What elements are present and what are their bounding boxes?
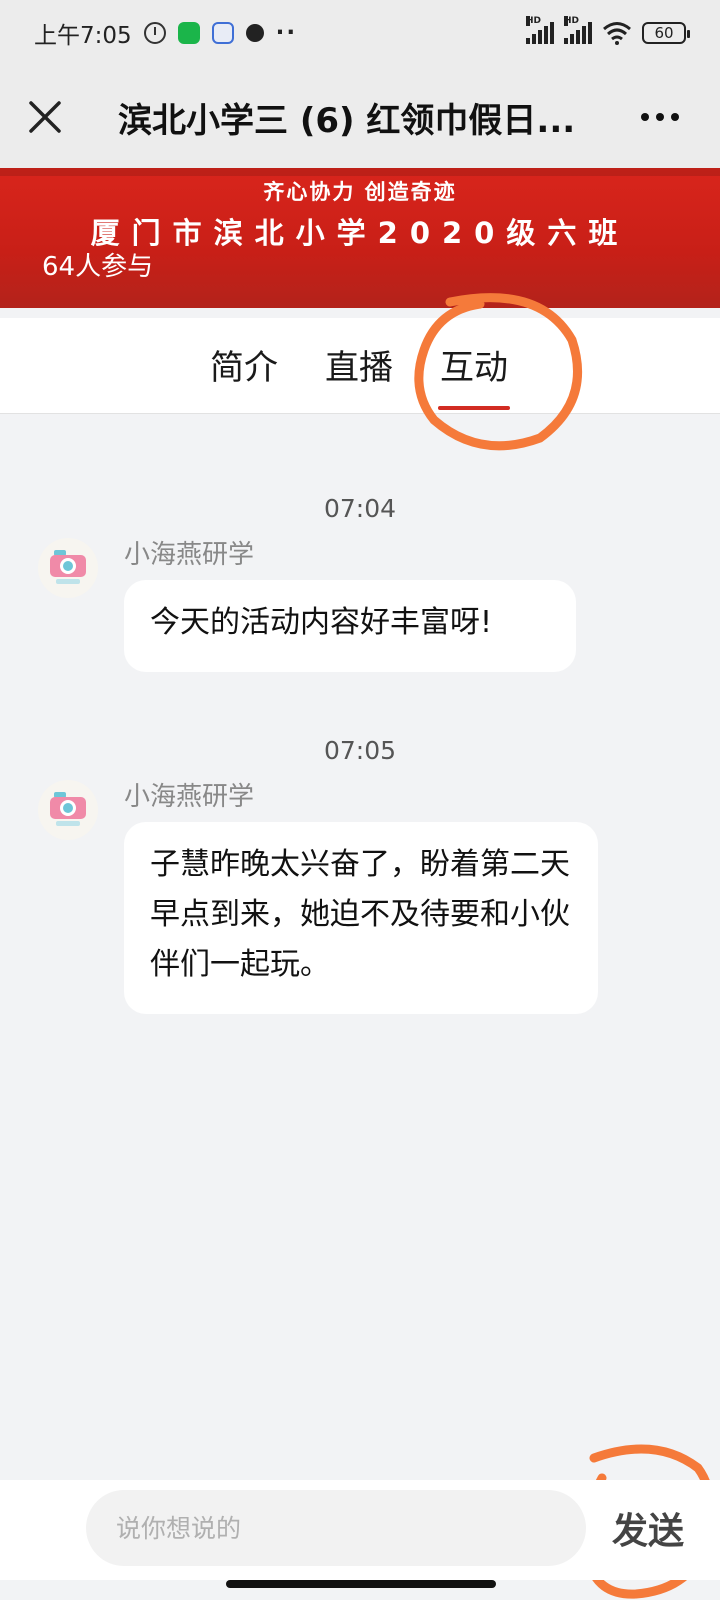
message-text: 子慧昨晚太兴奋了，盼着第二天早点到来，她迫不及待要和小伙伴们一起玩。 xyxy=(150,847,570,982)
camera-icon xyxy=(50,792,86,826)
message-bubble: 今天的活动内容好丰富呀! xyxy=(124,580,576,672)
wechat-icon xyxy=(177,22,200,44)
message-timestamp: 07:04 xyxy=(323,494,397,523)
status-right: HD HD 60 xyxy=(526,16,690,45)
send-button[interactable]: 发送 xyxy=(612,1502,684,1554)
more-icon-dot xyxy=(671,113,679,121)
close-icon xyxy=(29,101,61,133)
message-bubble: 子慧昨晚太兴奋了，盼着第二天早点到来，她迫不及待要和小伙伴们一起玩。 xyxy=(124,822,598,1014)
more-icon-dot xyxy=(656,113,664,121)
status-time: 上午7:05 xyxy=(34,23,132,49)
sender-name: 小海燕研学 xyxy=(124,540,255,570)
status-left: 上午7:05 ·· xyxy=(34,16,297,50)
battery-level: 60 xyxy=(654,24,674,42)
title-bar: 滨北小学三 (6) 红领巾假日... xyxy=(0,66,720,168)
tab-bar: 简介 直播 互动 xyxy=(0,318,720,414)
home-indicator[interactable] xyxy=(226,1580,496,1588)
composer-bar: 发送 xyxy=(0,1480,720,1580)
close-button[interactable] xyxy=(0,66,90,168)
alarm-icon xyxy=(143,22,166,44)
page-title: 滨北小学三 (6) 红领巾假日... xyxy=(118,100,576,141)
signal-icon: HD xyxy=(526,16,554,44)
status-more-text: ·· xyxy=(275,20,298,46)
baidu-icon xyxy=(211,22,234,44)
active-tab-indicator xyxy=(438,406,510,410)
status-bar: 上午7:05 ·· HD HD 60 xyxy=(0,0,720,66)
wifi-icon xyxy=(603,22,631,45)
banner-slogan: 齐心协力 创造奇迹 xyxy=(263,180,457,204)
hd-label-2: HD xyxy=(564,16,580,26)
sender-name: 小海燕研学 xyxy=(124,782,255,812)
hd-label: HD xyxy=(526,16,542,26)
tab-live[interactable]: 直播 xyxy=(325,340,393,389)
more-icon-dot xyxy=(641,113,649,121)
tab-interaction[interactable]: 互动 xyxy=(440,340,508,389)
tab-intro[interactable]: 简介 xyxy=(210,340,278,389)
message-timestamp: 07:05 xyxy=(323,736,397,765)
more-button[interactable] xyxy=(630,87,690,147)
message-text: 今天的活动内容好丰富呀! xyxy=(150,605,493,640)
message-input[interactable] xyxy=(86,1490,586,1566)
camera-icon xyxy=(50,550,86,584)
page: 上午7:05 ·· HD HD 60 滨北小学三 (6) 红领巾假日... 齐心… xyxy=(0,0,720,1600)
banner-edge xyxy=(0,168,720,176)
record-icon xyxy=(245,24,264,42)
battery-icon: 60 xyxy=(642,22,690,44)
avatar[interactable] xyxy=(38,780,98,840)
participant-count: 64人参与 xyxy=(42,252,154,282)
signal-icon-2: HD xyxy=(564,16,592,44)
avatar[interactable] xyxy=(38,538,98,598)
event-banner: 齐心协力 创造奇迹 厦门市滨北小学2020级六班 64人参与 xyxy=(0,168,720,308)
